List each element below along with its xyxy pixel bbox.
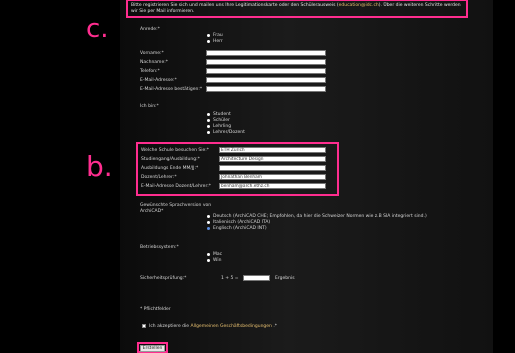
radio-italienisch[interactable] — [207, 221, 210, 224]
security-result-input[interactable] — [243, 275, 270, 281]
dozent-email-label: E-Mail-Adresse Dozent/Lehrer:* — [141, 184, 211, 189]
radio-mac[interactable] — [207, 253, 210, 256]
nachname-input[interactable] — [206, 59, 326, 65]
annotation-label-b: b. — [86, 150, 113, 183]
notice-email-link[interactable]: education@idc.ch — [339, 3, 379, 8]
radio-englisch-label: Englisch (ArchiCAD INT) — [213, 226, 267, 231]
nachname-label: Nachname:* — [140, 60, 168, 65]
schule-label: Welche Schule besuchen Sie:* — [141, 148, 210, 153]
radio-student-label: Student — [213, 112, 231, 117]
sprache-label-line2: ArchiCAD* — [140, 209, 164, 214]
radio-frau-label: Frau — [213, 33, 223, 38]
agb-checkbox[interactable] — [142, 324, 146, 328]
email-confirm-label: E-Mail-Adresse bestätigen:* — [140, 87, 203, 92]
schule-value: ETH Zurich — [221, 148, 245, 153]
radio-deutsch[interactable] — [207, 215, 210, 218]
telefon-label: Telefon:* — [140, 69, 160, 74]
ende-input[interactable] — [219, 165, 326, 171]
security-question: 1 + 5 = — [221, 276, 239, 281]
studiengang-input[interactable]: Architecture Design — [219, 156, 326, 162]
radio-lehrling[interactable] — [207, 125, 210, 128]
schule-input[interactable]: ETH Zurich — [219, 147, 326, 153]
agb-suffix: .* — [271, 324, 278, 329]
telefon-input[interactable] — [206, 68, 326, 74]
vorname-label: Vorname:* — [140, 51, 164, 56]
dozent-label: Dozent/Lehrer:* — [141, 175, 177, 180]
registration-notice: Bitte registrieren Sie sich und mailen u… — [131, 3, 465, 15]
email-confirm-input[interactable] — [206, 86, 326, 92]
radio-schueler-label: Schüler — [213, 118, 230, 123]
submit-button[interactable]: Erstellen — [140, 345, 165, 352]
studiengang-label: Studiengang/Ausbildung:* — [141, 157, 200, 162]
dozent-email-input[interactable]: benham@arch.ethz.ch — [219, 183, 326, 189]
email-label: E-Mail-Adresse:* — [140, 78, 177, 83]
radio-win-label: Win — [213, 258, 222, 263]
security-label: Sicherheitsprüfung:* — [140, 276, 187, 281]
radio-schueler[interactable] — [207, 119, 210, 122]
security-result-label: Ergebnis — [275, 276, 295, 281]
radio-englisch[interactable] — [207, 227, 210, 230]
dozent-value: Johnathan Benham — [221, 175, 262, 180]
required-fields-note: * Pflichtfelder — [140, 307, 171, 312]
radio-lehrer[interactable] — [207, 131, 210, 134]
studiengang-value: Architecture Design — [221, 157, 264, 162]
annotation-label-c: c. — [86, 14, 109, 44]
agb-link[interactable]: Allgemeinen Geschäftsbedingungen — [190, 324, 271, 329]
radio-student[interactable] — [207, 113, 210, 116]
radio-frau[interactable] — [207, 34, 210, 37]
vorname-input[interactable] — [206, 50, 326, 56]
dozent-email-value: benham@arch.ethz.ch — [221, 184, 270, 189]
radio-lehrling-label: Lehrling — [213, 124, 232, 129]
agb-text: Ich akzeptiere die Allgemeinen Geschäfts… — [149, 324, 277, 329]
radio-herr-label: Herr — [213, 39, 223, 44]
radio-deutsch-label: Deutsch (ArchiCAD CHE; Empfohlen, da hie… — [213, 214, 427, 219]
sprache-label-line1: Gewünschte Sprachversion von — [140, 203, 212, 208]
radio-italienisch-label: Italienisch (ArchiCAD ITA) — [213, 220, 271, 225]
agb-prefix: Ich akzeptiere die — [149, 324, 191, 329]
email-input[interactable] — [206, 77, 326, 83]
ichbin-label: Ich bin:* — [140, 104, 159, 109]
anrede-label: Anrede:* — [140, 27, 160, 32]
ende-label: Ausbildungs Ende MM/JJ:* — [141, 166, 199, 171]
radio-mac-label: Mac — [213, 252, 223, 257]
betriebssystem-label: Betriebssystem:* — [140, 245, 179, 250]
radio-herr[interactable] — [207, 40, 210, 43]
notice-text-before: Bitte registrieren Sie sich und mailen u… — [131, 3, 339, 8]
radio-win[interactable] — [207, 259, 210, 262]
radio-lehrer-label: Lehrer/Dozent — [213, 130, 245, 135]
dozent-input[interactable]: Johnathan Benham — [219, 174, 326, 180]
